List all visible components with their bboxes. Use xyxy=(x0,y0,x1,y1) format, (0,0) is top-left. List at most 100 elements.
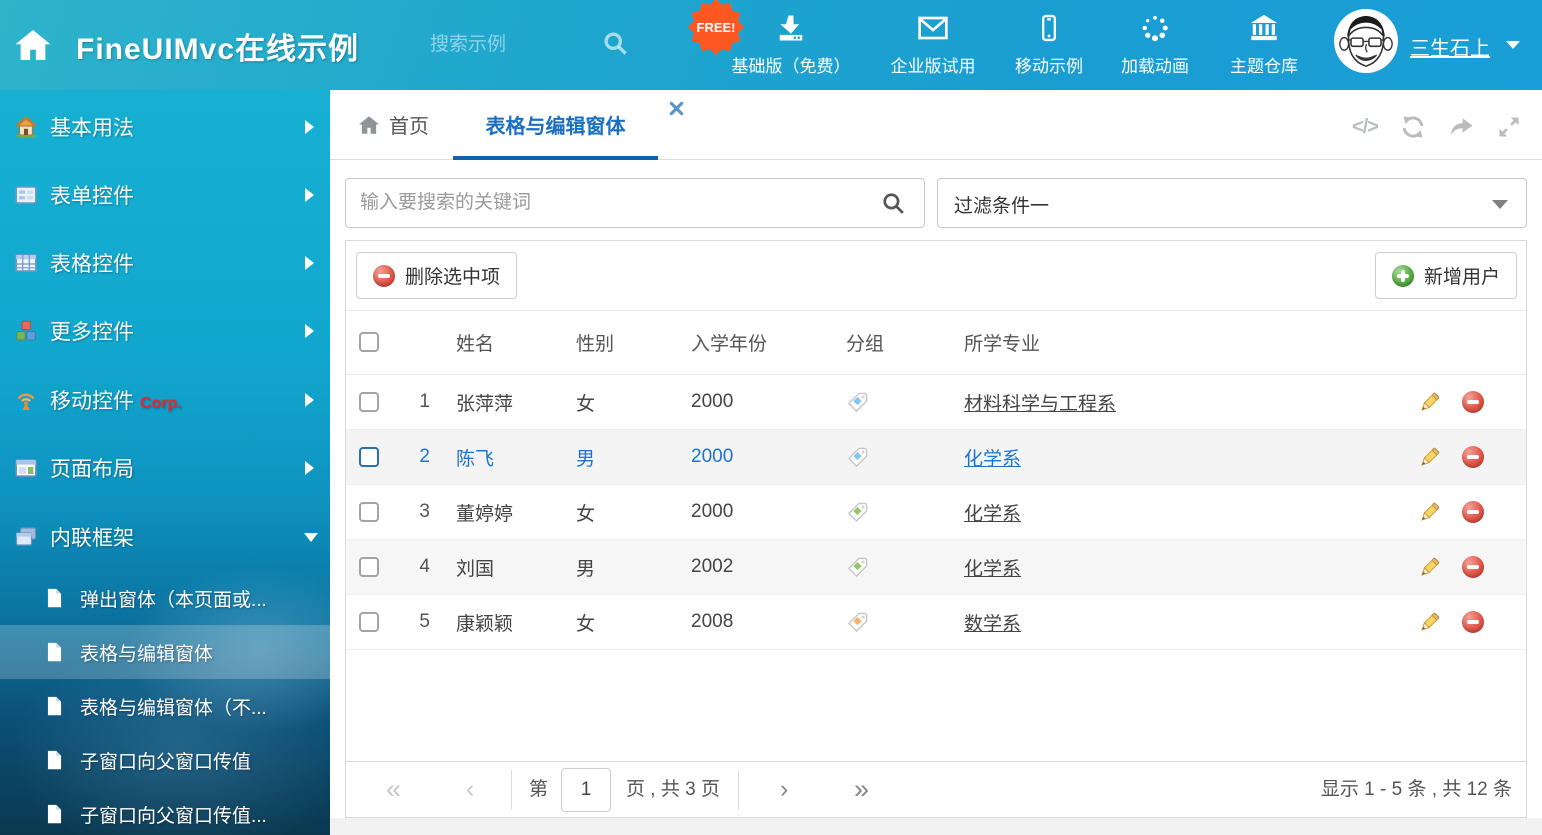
search-icon[interactable] xyxy=(881,191,906,216)
row-checkbox[interactable] xyxy=(359,502,379,522)
tag-icon xyxy=(846,391,869,414)
nav-loading-animation[interactable]: 加载动画 xyxy=(1100,12,1210,82)
file-icon xyxy=(44,802,65,826)
cell-year: 2000 xyxy=(681,501,836,523)
row-checkbox[interactable] xyxy=(359,612,379,632)
table-row[interactable]: 3 董婷婷 女 2000 化学系 xyxy=(346,485,1526,540)
sidebar-item-label: 内联框架 xyxy=(50,522,134,552)
frames-icon xyxy=(14,525,38,549)
chevron-right-icon xyxy=(305,461,314,475)
table-row[interactable]: 5 康颖颖 女 2008 数学系 xyxy=(346,595,1526,650)
table-row[interactable]: 1 张萍萍 女 2000 材料科学与工程系 xyxy=(346,375,1526,430)
share-icon[interactable] xyxy=(1448,114,1474,140)
cell-gender: 女 xyxy=(566,389,681,416)
home-icon xyxy=(358,114,380,136)
sidebar-item-mobile-controls[interactable]: 移动控件Corp. xyxy=(0,366,330,434)
home-icon[interactable] xyxy=(14,26,52,64)
sidebar-subitem-popup-window[interactable]: 弹出窗体（本页面或... xyxy=(0,571,330,625)
sidebar-subitem-grid-edit-window-2[interactable]: 表格与编辑窗体（不... xyxy=(0,679,330,733)
close-icon[interactable] xyxy=(669,101,684,116)
cell-major-link[interactable]: 化学系 xyxy=(964,504,1021,525)
file-icon xyxy=(44,640,65,664)
username[interactable]: 三生石上 xyxy=(1410,32,1490,61)
avatar[interactable] xyxy=(1334,9,1398,73)
column-header-year[interactable]: 入学年份 xyxy=(681,329,836,356)
cell-major-link[interactable]: 数学系 xyxy=(964,614,1021,635)
expand-icon[interactable] xyxy=(1496,114,1522,140)
page-prefix-label: 第 xyxy=(529,762,548,818)
tab-grid-edit-window[interactable]: 表格与编辑窗体 xyxy=(453,90,658,160)
header-search-icon[interactable] xyxy=(602,30,629,57)
filter-row: 过滤条件一 xyxy=(330,178,1542,228)
tab-home[interactable]: 首页 xyxy=(358,110,429,139)
edit-icon[interactable] xyxy=(1418,501,1441,524)
delete-row-icon[interactable] xyxy=(1462,556,1484,578)
edit-icon[interactable] xyxy=(1418,446,1441,469)
delete-row-icon[interactable] xyxy=(1462,501,1484,523)
sidebar-item-iframe[interactable]: 内联框架 xyxy=(0,503,330,571)
table-row[interactable]: 4 刘国 男 2002 化学系 xyxy=(346,540,1526,595)
row-checkbox[interactable] xyxy=(359,557,379,577)
sidebar-item-page-layout[interactable]: 页面布局 xyxy=(0,434,330,502)
sidebar: 基本用法 表单控件 表格控件 xyxy=(0,90,330,835)
page: FineUIMvc在线示例 FREE! 基础版（免费） 企业版试用 xyxy=(0,0,1542,835)
cell-major-link[interactable]: 化学系 xyxy=(964,559,1021,580)
sidebar-item-more-controls[interactable]: 更多控件 xyxy=(0,297,330,365)
source-code-icon[interactable]: </> xyxy=(1352,114,1378,140)
add-user-button[interactable]: 新增用户 xyxy=(1375,252,1517,299)
sidebar-item-grid-controls[interactable]: 表格控件 xyxy=(0,229,330,297)
record-count-summary: 显示 1 - 5 条 , 共 12 条 xyxy=(1321,762,1512,818)
column-header-group[interactable]: 分组 xyxy=(836,329,951,356)
nav-enterprise-trial[interactable]: 企业版试用 xyxy=(868,12,998,82)
delete-row-icon[interactable] xyxy=(1462,446,1484,468)
refresh-icon[interactable] xyxy=(1400,114,1426,140)
prev-page-button[interactable]: ‹ xyxy=(466,762,474,816)
delete-row-icon[interactable] xyxy=(1462,391,1484,413)
keyword-search-box[interactable] xyxy=(345,178,925,228)
cell-major-link[interactable]: 材料科学与工程系 xyxy=(964,394,1116,415)
nav-basic-free[interactable]: 基础版（免费） xyxy=(715,12,867,82)
row-checkbox[interactable] xyxy=(359,392,379,412)
tag-icon xyxy=(846,446,869,469)
sidebar-item-label: 更多控件 xyxy=(50,316,134,346)
column-header-name[interactable]: 姓名 xyxy=(436,329,566,356)
sidebar-item-label: 表格控件 xyxy=(50,248,134,278)
table-row[interactable]: 2 陈飞 男 2000 化学系 xyxy=(346,430,1526,485)
edit-icon[interactable] xyxy=(1418,556,1441,579)
edit-icon[interactable] xyxy=(1418,391,1441,414)
nav-mobile-demo-label: 移动示例 xyxy=(994,52,1104,77)
sidebar-subitem-child-to-parent-2[interactable]: 子窗口向父窗口传值... xyxy=(0,787,330,835)
user-menu-caret-icon[interactable] xyxy=(1506,41,1520,49)
header-search-input[interactable] xyxy=(430,28,585,62)
first-page-button[interactable]: « xyxy=(386,762,401,816)
nav-theme-repo[interactable]: 主题仓库 xyxy=(1209,12,1319,82)
cell-year: 2000 xyxy=(681,446,836,468)
column-header-major[interactable]: 所学专业 xyxy=(951,329,1391,356)
row-checkbox[interactable] xyxy=(359,447,379,467)
select-all-checkbox[interactable] xyxy=(359,332,379,352)
row-number: 1 xyxy=(401,391,436,413)
file-icon xyxy=(44,586,65,610)
row-number: 5 xyxy=(401,611,436,633)
cell-major-link[interactable]: 化学系 xyxy=(964,449,1021,470)
sidebar-subitem-grid-edit-window[interactable]: 表格与编辑窗体 xyxy=(0,625,330,679)
form-icon xyxy=(14,183,38,207)
sidebar-item-basic-usage[interactable]: 基本用法 xyxy=(0,93,330,161)
edit-icon[interactable] xyxy=(1418,611,1441,634)
delete-row-icon[interactable] xyxy=(1462,611,1484,633)
sidebar-subitem-child-to-parent[interactable]: 子窗口向父窗口传值 xyxy=(0,733,330,787)
filter-dropdown[interactable]: 过滤条件一 xyxy=(937,178,1527,228)
main-content: 首页 表格与编辑窗体 </> xyxy=(330,90,1542,835)
grid-toolbar: 删除选中项 新增用户 xyxy=(346,241,1526,311)
last-page-button[interactable]: » xyxy=(854,762,869,816)
nav-mobile-demo[interactable]: 移动示例 xyxy=(994,12,1104,82)
sidebar-item-form-controls[interactable]: 表单控件 xyxy=(0,161,330,229)
keyword-search-input[interactable] xyxy=(360,183,880,223)
column-header-gender[interactable]: 性别 xyxy=(566,329,681,356)
cell-gender: 女 xyxy=(566,609,681,636)
cell-year: 2008 xyxy=(681,611,836,633)
page-number-input[interactable] xyxy=(561,768,611,812)
header: FineUIMvc在线示例 FREE! 基础版（免费） 企业版试用 xyxy=(0,0,1542,90)
next-page-button[interactable]: › xyxy=(780,762,788,816)
delete-selected-button[interactable]: 删除选中项 xyxy=(356,252,517,299)
